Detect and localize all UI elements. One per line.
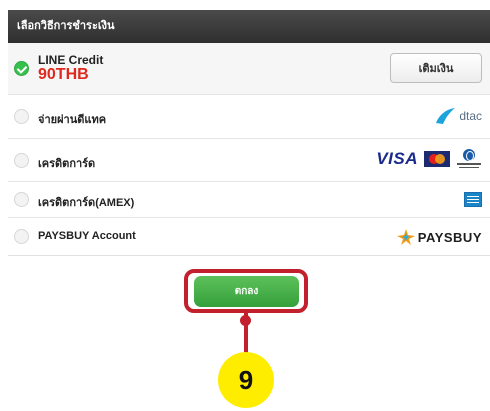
dtac-logo: dtac [434, 107, 482, 125]
mastercard-icon [424, 151, 450, 167]
card-logos: VISA [376, 149, 482, 169]
radio-icon[interactable] [14, 229, 29, 244]
visa-logo: VISA [376, 149, 418, 168]
step-number-badge: 9 [218, 352, 274, 408]
payment-option-dtac[interactable]: จ่ายผ่านดีแทค dtac [8, 95, 490, 139]
header-title: เลือกวิธีการชำระเงิน [17, 20, 115, 32]
diners-club-icon [456, 149, 482, 169]
line-credit-title: LINE Credit [38, 53, 104, 67]
payment-option-paysbuy[interactable]: PAYSBUY Account PAYSBUY [8, 218, 490, 256]
radio-icon[interactable] [14, 109, 29, 124]
option-label: PAYSBUY Account [38, 230, 136, 242]
option-label: เครดิตการ์ด [38, 158, 96, 170]
paysbuy-logo-text: PAYSBUY [417, 229, 482, 245]
paysbuy-logo: PAYSBUY [396, 229, 482, 245]
top-up-button[interactable]: เติมเงิน [390, 53, 482, 83]
paysbuy-star-icon [396, 229, 415, 245]
dtac-swirl-icon [436, 108, 456, 124]
amex-icon [464, 192, 482, 207]
radio-icon[interactable] [14, 192, 29, 207]
payment-option-credit-card[interactable]: เครดิตการ์ด VISA [8, 139, 490, 182]
confirm-button[interactable]: ตกลง [194, 276, 299, 307]
callout-dot [240, 315, 251, 326]
dtac-logo-text: dtac [459, 109, 482, 123]
radio-icon[interactable] [14, 153, 29, 168]
option-label: เครดิตการ์ด(AMEX) [38, 197, 135, 209]
radio-selected-icon[interactable] [14, 61, 29, 76]
payment-option-amex[interactable]: เครดิตการ์ด(AMEX) [8, 182, 490, 218]
payment-method-header: เลือกวิธีการชำระเงิน [8, 10, 490, 43]
payment-option-line-credit[interactable]: LINE Credit 90THB เติมเงิน [8, 43, 490, 95]
option-label: จ่ายผ่านดีแทค [38, 114, 107, 126]
line-credit-balance: 90THB [38, 66, 89, 83]
